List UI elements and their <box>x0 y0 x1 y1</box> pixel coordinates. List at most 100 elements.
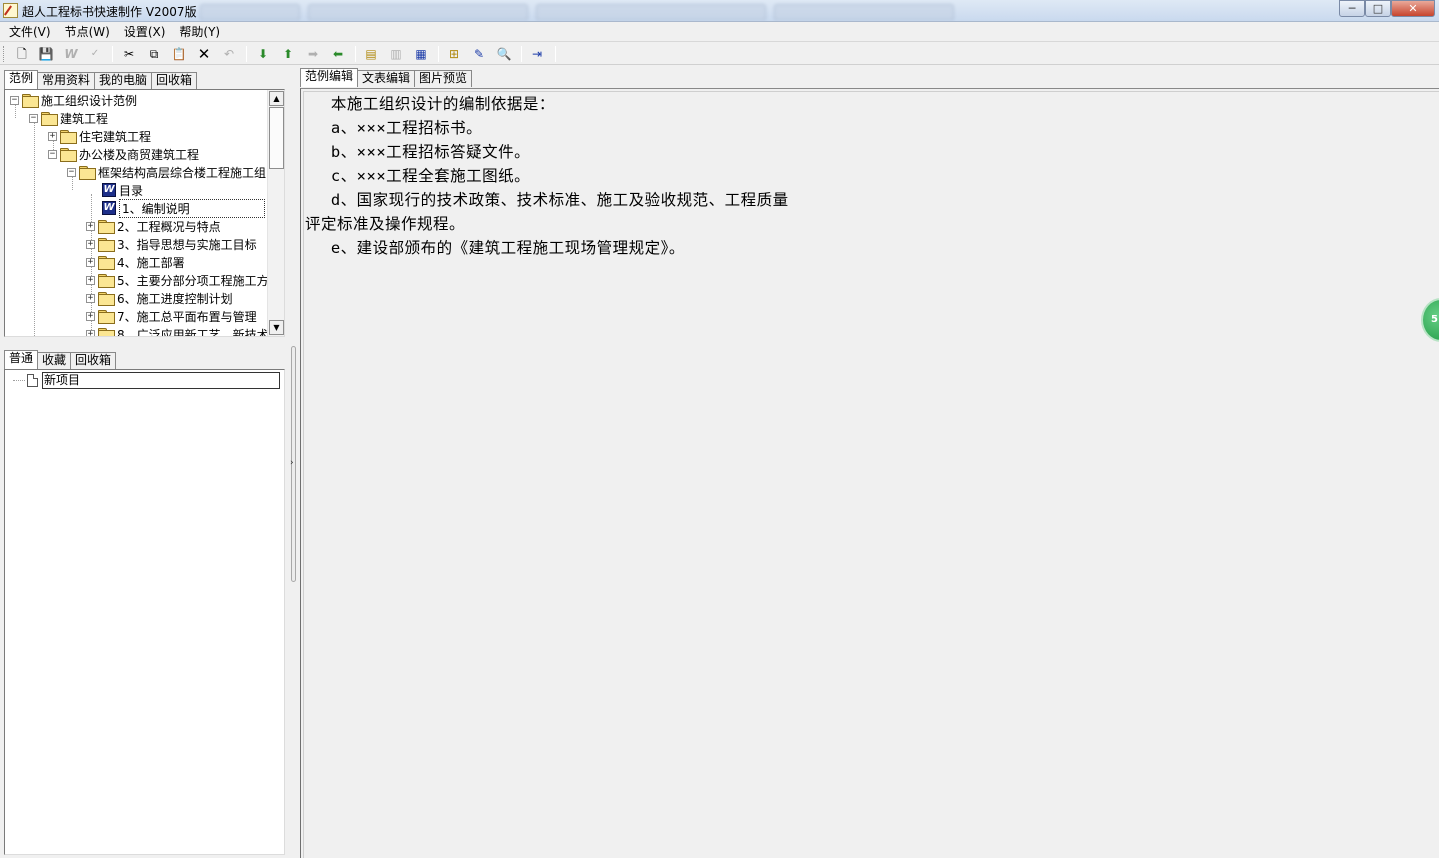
expand-icon[interactable]: + <box>86 257 95 267</box>
tree-label: 1、编制说明 <box>119 198 265 218</box>
expand-icon[interactable]: + <box>86 275 95 285</box>
project-item[interactable]: 新项目 <box>27 371 280 389</box>
move-right-icon[interactable]: ➡ <box>305 46 321 62</box>
tree-node[interactable]: + 6、施工进度控制计划 <box>86 289 233 307</box>
add-node-icon[interactable]: ▤ <box>363 46 379 62</box>
tree-node[interactable]: + 3、指导思想与实施工目标 <box>86 235 257 253</box>
undo-icon[interactable]: ↶ <box>221 46 237 62</box>
tree-label: 4、施工部署 <box>117 255 185 270</box>
close-button[interactable]: ✕ <box>1391 0 1435 17</box>
expand-icon[interactable]: + <box>86 239 95 249</box>
folder-icon <box>79 166 96 180</box>
rename-input[interactable]: 新项目 <box>42 371 280 389</box>
node-properties-icon[interactable]: ▦ <box>413 46 429 62</box>
app-icon <box>3 3 18 18</box>
folder-icon <box>60 130 77 144</box>
save-icon[interactable]: 💾 <box>38 46 54 62</box>
tree-label: 5、主要分部分项工程施工方 <box>117 273 269 288</box>
tab-table-edit[interactable]: 文表编辑 <box>357 70 416 87</box>
move-left-icon[interactable]: ⬅ <box>330 46 346 62</box>
delete-icon[interactable]: ✕ <box>196 46 212 62</box>
exit-icon[interactable]: ⇥ <box>529 46 545 62</box>
tree-label: 框架结构高层综合楼工程施工组 <box>98 165 267 180</box>
tree-scrollbar[interactable]: ▲ ▼ <box>267 90 284 336</box>
tree-node[interactable]: − 框架结构高层综合楼工程施工组 <box>67 163 266 181</box>
folder-icon <box>98 256 115 270</box>
expand-icon[interactable]: + <box>48 131 57 141</box>
tree-node[interactable]: − 建筑工程 <box>29 109 108 127</box>
bottom-tabstrip: 普通 收藏 回收箱 <box>4 349 117 369</box>
spell-check-icon[interactable]: ✓ <box>87 46 103 62</box>
scroll-up-icon[interactable]: ▲ <box>269 91 284 106</box>
add-item-icon[interactable]: ⊞ <box>446 46 462 62</box>
menu-bar: 文件(V) 节点(W) 设置(X) 帮助(Y) <box>0 22 1439 42</box>
tab-recycle-bin[interactable]: 回收箱 <box>151 72 198 89</box>
doc-line: c、×××工程全套施工图纸。 <box>305 167 531 185</box>
tree-node[interactable]: + 5、主要分部分项工程施工方 <box>86 271 269 289</box>
expand-icon[interactable]: + <box>86 293 95 303</box>
expand-icon[interactable]: + <box>86 221 95 231</box>
folder-icon <box>41 112 58 126</box>
copy-icon[interactable]: ⧉ <box>146 46 162 62</box>
menu-node[interactable]: 节点(W) <box>58 23 117 41</box>
folder-icon <box>98 292 115 306</box>
tab-normal[interactable]: 普通 <box>4 350 39 369</box>
tree-node[interactable]: − 办公楼及商贸建筑工程 <box>48 145 199 163</box>
collapse-icon[interactable]: − <box>29 113 38 123</box>
folder-icon <box>98 274 115 288</box>
doc-line: 评定标准及操作规程。 <box>305 215 466 233</box>
tab-favorites[interactable]: 收藏 <box>37 352 72 369</box>
collapse-arrow-icon[interactable]: › <box>290 458 294 468</box>
collapse-icon[interactable]: − <box>48 149 57 159</box>
tree-node[interactable]: + 8、广泛应用新工艺、新技术 <box>86 325 269 336</box>
find-icon[interactable]: 🔍 <box>496 46 512 62</box>
tab-common-materials[interactable]: 常用资料 <box>37 72 96 89</box>
tree-node[interactable]: + 7、施工总平面布置与管理 <box>86 307 257 325</box>
paste-icon[interactable]: 📋 <box>171 46 187 62</box>
collapse-icon[interactable]: − <box>10 95 19 105</box>
word-export-icon[interactable]: W <box>63 46 79 62</box>
title-bar[interactable]: 超人工程标书快速制作 V2007版 ─ □ ✕ <box>0 0 1439 22</box>
collapse-icon[interactable]: − <box>67 167 76 177</box>
folder-icon <box>22 94 39 108</box>
remove-node-icon[interactable]: ▥ <box>388 46 404 62</box>
edit-item-icon[interactable]: ✎ <box>471 46 487 62</box>
tab-examples[interactable]: 范例 <box>4 70 39 89</box>
new-file-icon[interactable]: 🗋 <box>14 46 30 62</box>
tree-node-root[interactable]: − 施工组织设计范例 <box>10 91 137 109</box>
page-icon <box>27 373 38 387</box>
window-title: 超人工程标书快速制作 V2007版 <box>22 5 197 19</box>
cut-icon[interactable]: ✂ <box>121 46 137 62</box>
move-down-icon[interactable]: ⬇ <box>255 46 271 62</box>
minimize-button[interactable]: ─ <box>1339 0 1365 17</box>
example-tree[interactable]: − 施工组织设计范例 − 建筑工程 + 住宅建筑工程 − 办公楼及商贸建筑工程 … <box>4 89 285 337</box>
tab-recycle-bin-2[interactable]: 回收箱 <box>70 352 117 369</box>
background-taskbar-tabs <box>200 2 960 20</box>
tree-node[interactable]: + 4、施工部署 <box>86 253 185 271</box>
scroll-down-icon[interactable]: ▼ <box>269 320 284 335</box>
left-tabstrip: 范例 常用资料 我的电脑 回收箱 <box>4 69 198 89</box>
document-editor[interactable]: 本施工组织设计的编制依据是： a、×××工程招标书。 b、×××工程招标答疑文件… <box>300 88 1439 858</box>
menu-settings[interactable]: 设置(X) <box>117 23 173 41</box>
maximize-button[interactable]: □ <box>1365 0 1391 17</box>
expand-icon[interactable]: + <box>86 329 95 336</box>
tree-node-selected[interactable]: W 1、编制说明 <box>102 198 265 218</box>
tab-example-edit[interactable]: 范例编辑 <box>300 68 359 87</box>
tab-my-computer[interactable]: 我的电脑 <box>94 72 153 89</box>
menu-help[interactable]: 帮助(Y) <box>172 23 227 41</box>
tree-node[interactable]: + 住宅建筑工程 <box>48 127 151 145</box>
expand-icon[interactable]: + <box>86 311 95 321</box>
tree-node[interactable]: W 目录 <box>102 181 143 199</box>
tree-node[interactable]: + 2、工程概况与特点 <box>86 217 221 235</box>
doc-line: 本施工组织设计的编制依据是： <box>305 95 555 113</box>
scroll-thumb[interactable] <box>269 107 284 169</box>
folder-icon <box>98 220 115 234</box>
tab-image-preview[interactable]: 图片预览 <box>414 70 473 87</box>
tree-label: 3、指导思想与实施工目标 <box>117 237 257 252</box>
folder-icon <box>98 310 115 324</box>
project-tree[interactable]: 新项目 <box>4 369 285 855</box>
menu-file[interactable]: 文件(V) <box>2 23 58 41</box>
toolbar-grip[interactable] <box>3 46 6 62</box>
toolbar: 🗋 💾 W ✓ ✂ ⧉ 📋 ✕ ↶ ⬇ ⬆ ➡ ⬅ ▤ ▥ ▦ ⊞ ✎ 🔍 ⇥ <box>0 43 1439 65</box>
move-up-icon[interactable]: ⬆ <box>280 46 296 62</box>
